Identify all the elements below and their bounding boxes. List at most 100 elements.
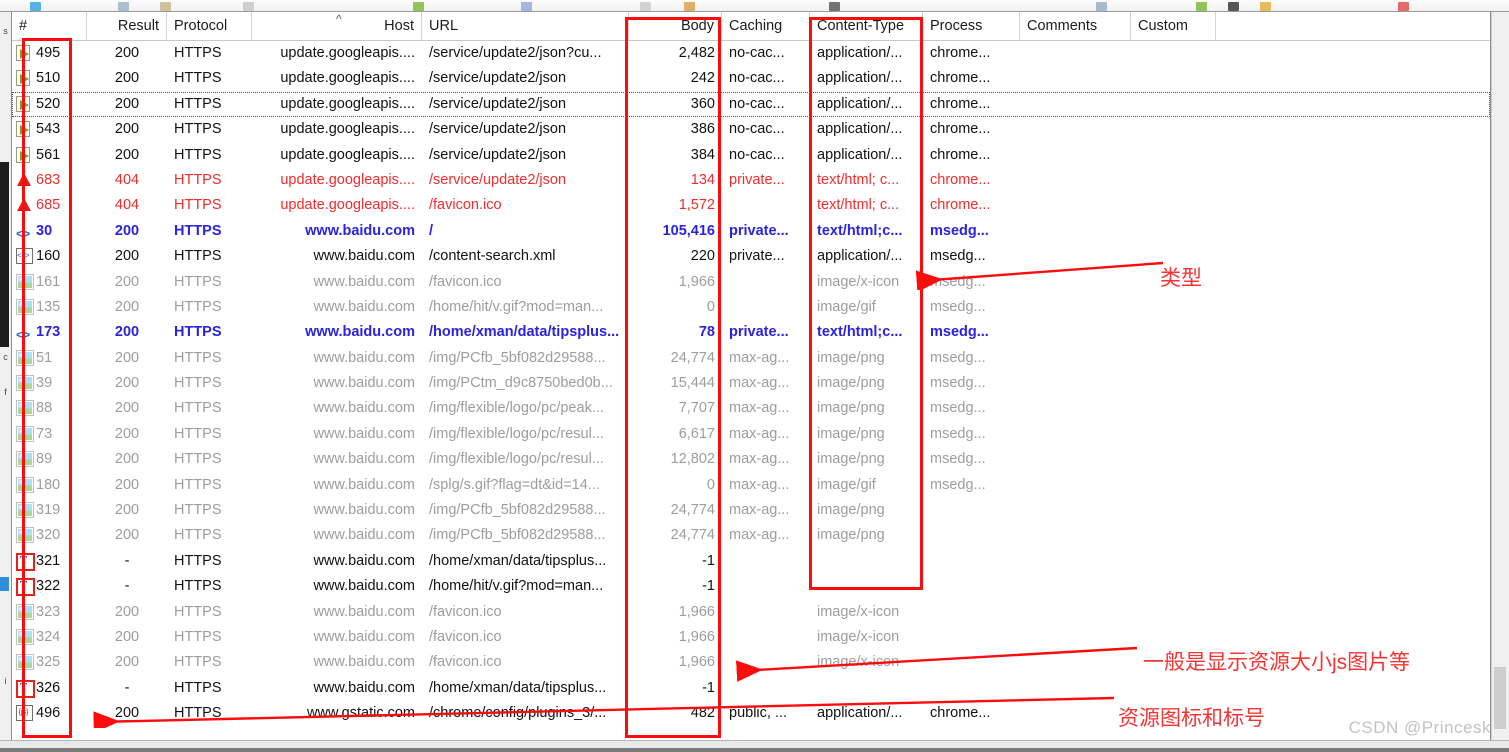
img-icon bbox=[16, 603, 34, 620]
cell-comments bbox=[1020, 320, 1131, 345]
cell-body: 1,966 bbox=[678, 628, 715, 645]
column-header-caching[interactable]: Caching bbox=[722, 12, 810, 40]
session-row[interactable]: 88 200 HTTPS www.baidu.com/img/flexible/log… bbox=[12, 396, 1490, 421]
session-row[interactable]: 326 - HTTPS www.baidu.com/home/xman/data/ti… bbox=[12, 676, 1490, 701]
cell-comments bbox=[1020, 600, 1131, 625]
cell-url: /home/xman/data/tipsplus... bbox=[429, 679, 607, 696]
toolbar-icon[interactable] bbox=[160, 2, 171, 11]
cell-protocol: HTTPS bbox=[174, 298, 222, 315]
cell-result: 200 bbox=[114, 603, 140, 620]
session-row[interactable]: 180 200 HTTPS www.baidu.com/splg/s.gif?flag… bbox=[12, 473, 1490, 498]
toolbar-icon[interactable] bbox=[118, 2, 129, 11]
cell-process bbox=[923, 600, 1020, 625]
session-row[interactable]: <> 173 200 HTTPS www.baidu.com/home/xman/dat… bbox=[12, 320, 1490, 345]
session-id-text: 322 bbox=[36, 578, 61, 595]
cell-host: www.baidu.com bbox=[313, 502, 415, 519]
session-row[interactable]: 495 200 HTTPS update.googleapis.... /service… bbox=[12, 41, 1490, 66]
cell-id: 88 bbox=[12, 396, 87, 421]
session-id-text: 319 bbox=[36, 502, 61, 519]
cell-comments bbox=[1020, 549, 1131, 574]
session-row[interactable]: 135 200 HTTPS www.baidu.com/home/hit/v.gif?… bbox=[12, 295, 1490, 320]
cell-custom bbox=[1131, 143, 1216, 168]
column-header-custom[interactable]: Custom bbox=[1131, 12, 1216, 40]
session-row[interactable]: 322 - HTTPS www.baidu.com/home/hit/v.gif?mo… bbox=[12, 574, 1490, 599]
cell-host: www.baidu.com bbox=[313, 400, 415, 417]
vertical-scrollbar-thumb[interactable] bbox=[1494, 667, 1506, 729]
session-row[interactable]: 520 200 HTTPS update.googleapis.... /service… bbox=[12, 91, 1490, 118]
session-row[interactable]: 39 200 HTTPS www.baidu.com/img/PCtm_d9c8750… bbox=[12, 371, 1490, 396]
column-header-comments[interactable]: Comments bbox=[1020, 12, 1131, 40]
session-row[interactable]: 510 200 HTTPS update.googleapis.... /service… bbox=[12, 66, 1490, 91]
column-header-result[interactable]: Result bbox=[87, 12, 167, 40]
session-id-text: 326 bbox=[36, 679, 61, 696]
toolbar-icon[interactable] bbox=[413, 2, 424, 11]
cell-comments bbox=[1020, 219, 1131, 244]
toolbar-icon[interactable] bbox=[1196, 2, 1207, 11]
toolbar-icon[interactable] bbox=[243, 2, 254, 11]
cell-id: 161 bbox=[12, 270, 87, 295]
cell-result: 200 bbox=[114, 451, 140, 468]
session-id-text: 89 bbox=[36, 451, 53, 468]
session-row[interactable]: 320 200 HTTPS www.baidu.com/img/PCfb_5bf082… bbox=[12, 523, 1490, 548]
cell-id: 561 bbox=[12, 143, 87, 168]
session-id-text: 30 bbox=[36, 222, 53, 239]
cell-host: www.baidu.com bbox=[313, 349, 415, 366]
cell-url: /favicon.ico bbox=[429, 603, 502, 620]
toolbar-icon[interactable] bbox=[1260, 2, 1271, 11]
column-header-process[interactable]: Process bbox=[923, 12, 1020, 40]
column-header-url[interactable]: URL bbox=[422, 12, 629, 40]
cell-custom bbox=[1131, 295, 1216, 320]
cell-contenttype: application/... bbox=[817, 146, 903, 163]
cell-host: www.baidu.com bbox=[313, 298, 415, 315]
cell-body: 24,774 bbox=[670, 349, 715, 366]
toolbar-icon[interactable] bbox=[1228, 2, 1239, 11]
session-row[interactable]: 161 200 HTTPS www.baidu.com/favicon.ico 1,96… bbox=[12, 270, 1490, 295]
toolbar-icon[interactable] bbox=[1096, 2, 1107, 11]
cell-caching bbox=[722, 625, 810, 650]
session-row[interactable]: 323 200 HTTPS www.baidu.com/favicon.ico 1,96… bbox=[12, 600, 1490, 625]
session-list-grid[interactable]: # Result Protocol Host URL Body Caching Content… bbox=[11, 12, 1491, 741]
cell-body: 6,617 bbox=[678, 425, 715, 442]
toolbar-icon[interactable] bbox=[521, 2, 532, 11]
session-row[interactable]: 561 200 HTTPS update.googleapis.... /service… bbox=[12, 143, 1490, 168]
toolbar-icon[interactable] bbox=[1398, 2, 1409, 11]
cell-protocol: HTTPS bbox=[174, 476, 222, 493]
cell-process: chrome... bbox=[930, 95, 991, 112]
toolbar-strip[interactable] bbox=[0, 0, 1509, 12]
cell-id: 685 bbox=[12, 193, 87, 218]
session-row[interactable]: 51 200 HTTPS www.baidu.com/img/PCfb_5bf082d… bbox=[12, 346, 1490, 371]
cell-host: www.baidu.com bbox=[313, 273, 415, 290]
cell-id: 73 bbox=[12, 422, 87, 447]
cell-url: /service/update2/json bbox=[429, 95, 567, 112]
cell-contenttype: image/png bbox=[817, 425, 885, 442]
cell-caching: private... bbox=[729, 248, 785, 265]
toolbar-icon[interactable] bbox=[829, 2, 840, 11]
toolbar-icon[interactable] bbox=[640, 2, 651, 11]
img-icon bbox=[16, 273, 34, 290]
session-row[interactable]: 319 200 HTTPS www.baidu.com/img/PCfb_5bf082… bbox=[12, 498, 1490, 523]
toolbar-icon[interactable] bbox=[30, 2, 41, 11]
grid-header-row[interactable]: # Result Protocol Host URL Body Caching Content… bbox=[12, 12, 1490, 41]
grid-body[interactable]: 495 200 HTTPS update.googleapis.... /service… bbox=[12, 41, 1490, 727]
session-row[interactable]: 685 404 HTTPS update.googleapis.... /favicon… bbox=[12, 193, 1490, 218]
cell-protocol: HTTPS bbox=[174, 121, 222, 138]
session-row[interactable]: 73 200 HTTPS www.baidu.com/img/flexible/log… bbox=[12, 422, 1490, 447]
column-header-protocol[interactable]: Protocol bbox=[167, 12, 252, 40]
session-row[interactable]: 321 - HTTPS www.baidu.com/home/xman/data/ti… bbox=[12, 549, 1490, 574]
session-row[interactable]: <> 30 200 HTTPS www.baidu.com / 105,416 private… bbox=[12, 219, 1490, 244]
vertical-scrollbar[interactable] bbox=[1491, 12, 1509, 741]
cell-id: 51 bbox=[12, 346, 87, 371]
session-row[interactable]: 160 200 HTTPS www.baidu.com/content-search.… bbox=[12, 244, 1490, 269]
img-icon bbox=[16, 375, 34, 392]
column-header-contenttype[interactable]: Content-Type bbox=[810, 12, 923, 40]
column-header-id[interactable]: # bbox=[12, 12, 87, 40]
column-header-body[interactable]: Body bbox=[629, 12, 722, 40]
session-row[interactable]: 683 404 HTTPS update.googleapis.... /service… bbox=[12, 168, 1490, 193]
session-row[interactable]: 89 200 HTTPS www.baidu.com/img/flexible/log… bbox=[12, 447, 1490, 472]
img-icon bbox=[16, 400, 34, 417]
session-id-text: 321 bbox=[36, 552, 61, 569]
session-row[interactable]: 543 200 HTTPS update.googleapis.... /service… bbox=[12, 117, 1490, 142]
toolbar-icon[interactable] bbox=[684, 2, 695, 11]
cell-comments bbox=[1020, 676, 1131, 701]
session-row[interactable]: 496 200 HTTPS www.gstatic.com/chrome/config… bbox=[12, 701, 1490, 726]
